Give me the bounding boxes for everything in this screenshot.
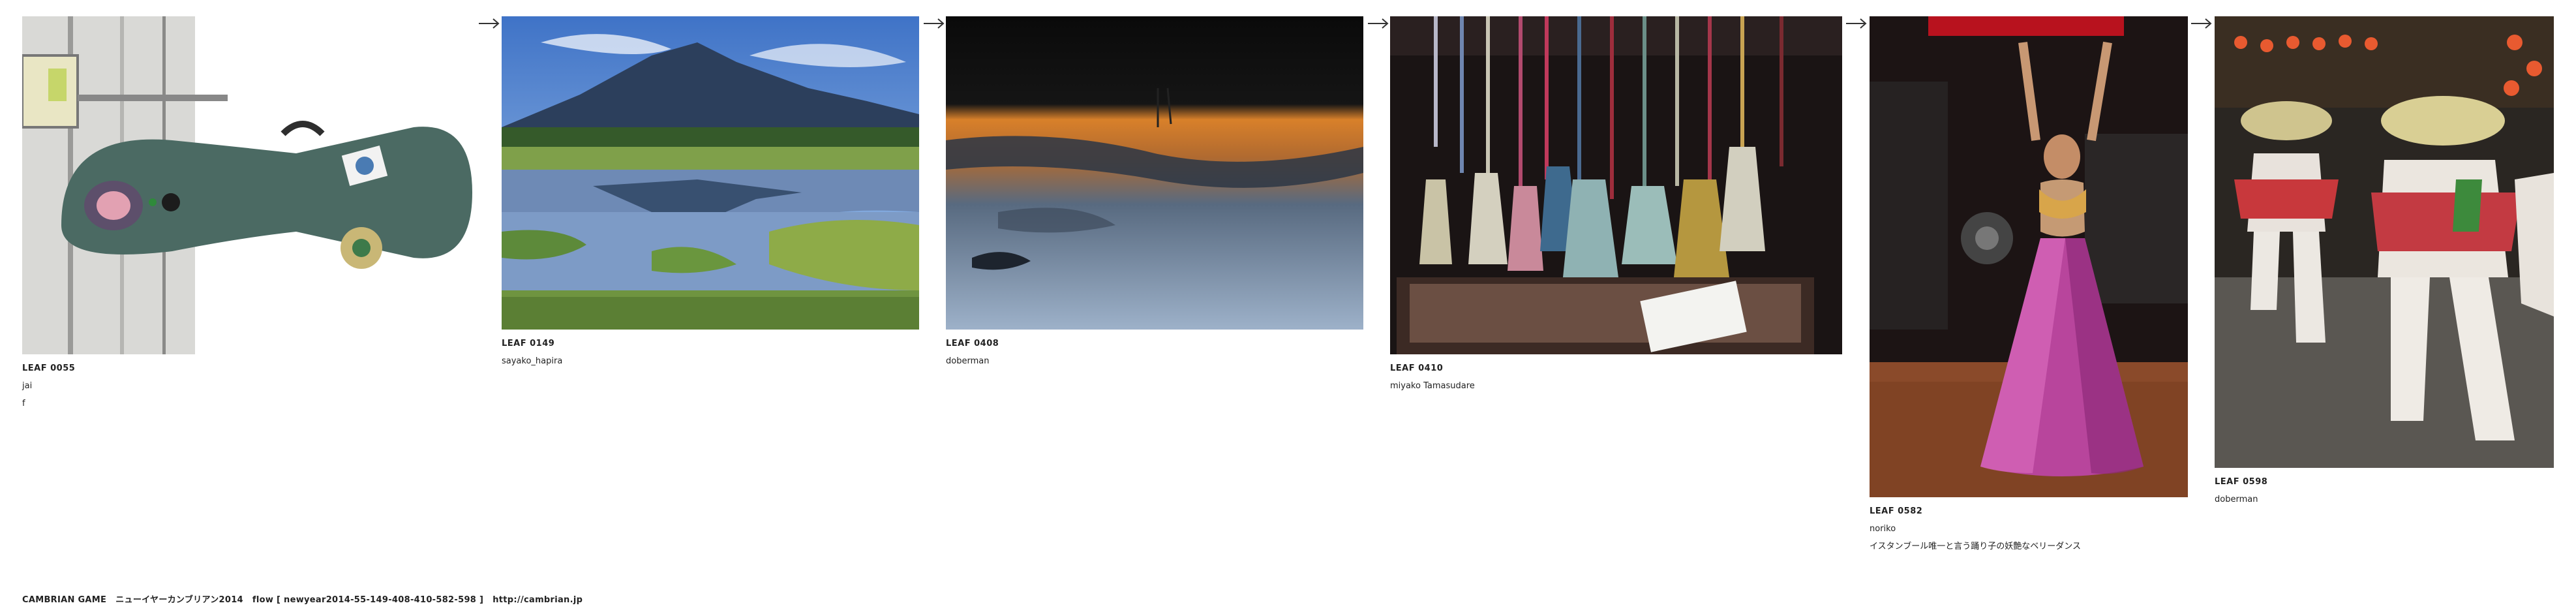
cello-case-photo [22, 16, 476, 354]
leaf-id[interactable]: LEAF 0410 [1390, 360, 1842, 377]
leaf-photo-0582[interactable] [1870, 16, 2188, 497]
leaf-caption-0598: LEAF 0598 doberman [2215, 473, 2554, 508]
leaf-author[interactable]: miyako Tamasudare [1390, 377, 1842, 395]
leaf-author[interactable]: sayako_hapira [502, 352, 919, 370]
arrow-right-icon [2191, 18, 2212, 29]
awa-odori-dancers-photo [2215, 16, 2554, 468]
leaf-id[interactable]: LEAF 0598 [2215, 473, 2554, 491]
leaf-card-0149: LEAF 0149 sayako_hapira [502, 16, 919, 370]
arrow-right-icon [479, 18, 500, 29]
footer-title: ニューイヤーカンブリアン2014 [115, 595, 243, 605]
leaf-caption-0055: LEAF 0055 jai f [22, 360, 476, 412]
leaf-caption-0408: LEAF 0408 doberman [946, 335, 1363, 370]
belly-dancer-photo [1870, 16, 2188, 497]
arrow-right-icon [1846, 18, 1867, 29]
mountain-lake-photo [502, 16, 919, 330]
leaf-card-0055: LEAF 0055 jai f [22, 16, 476, 412]
leaf-author[interactable]: noriko [1870, 520, 2188, 538]
leaf-id[interactable]: LEAF 0408 [946, 335, 1363, 352]
leaf-caption-0149: LEAF 0149 sayako_hapira [502, 335, 919, 370]
leaf-author[interactable]: doberman [2215, 491, 2554, 508]
leaf-card-0582: LEAF 0582 noriko イスタンブール唯一と言う踊り子の妖艶なベリーダ… [1870, 16, 2188, 555]
leaf-photo-0598[interactable] [2215, 16, 2554, 468]
leaf-author[interactable]: doberman [946, 352, 1363, 370]
leaf-id[interactable]: LEAF 0582 [1870, 502, 2188, 520]
tassels-market-photo [1390, 16, 1842, 354]
footer-brand: CAMBRIAN GAME [22, 595, 107, 605]
leaf-comment: f [22, 399, 25, 408]
leaf-photo-0149[interactable] [502, 16, 919, 330]
page-footer: CAMBRIAN GAME ニューイヤーカンブリアン2014 flow [ newy… [22, 593, 583, 605]
leaf-photo-0055[interactable] [22, 16, 476, 354]
leaf-card-0408: LEAF 0408 doberman [946, 16, 1363, 370]
leaf-card-0410: LEAF 0410 miyako Tamasudare [1390, 16, 1842, 395]
leaf-card-0598: LEAF 0598 doberman [2215, 16, 2554, 508]
leaf-caption-0582: LEAF 0582 noriko イスタンブール唯一と言う踊り子の妖艶なベリーダ… [1870, 502, 2188, 555]
footer-url-link[interactable]: http://cambrian.jp [492, 595, 583, 605]
leaf-id[interactable]: LEAF 0055 [22, 360, 476, 377]
leaf-caption-0410: LEAF 0410 miyako Tamasudare [1390, 360, 1842, 395]
leaf-author[interactable]: jai [22, 377, 476, 395]
leaf-id[interactable]: LEAF 0149 [502, 335, 919, 352]
leaf-photo-0410[interactable] [1390, 16, 1842, 354]
arrow-right-icon [1368, 18, 1389, 29]
sunset-reflection-photo [946, 16, 1363, 330]
leaf-photo-0408[interactable] [946, 16, 1363, 330]
footer-flow: flow [ newyear2014-55-149-408-410-582-59… [252, 595, 484, 605]
leaf-comment: イスタンブール唯一と言う踊り子の妖艶なベリーダンス [1870, 542, 2081, 551]
arrow-right-icon [924, 18, 945, 29]
